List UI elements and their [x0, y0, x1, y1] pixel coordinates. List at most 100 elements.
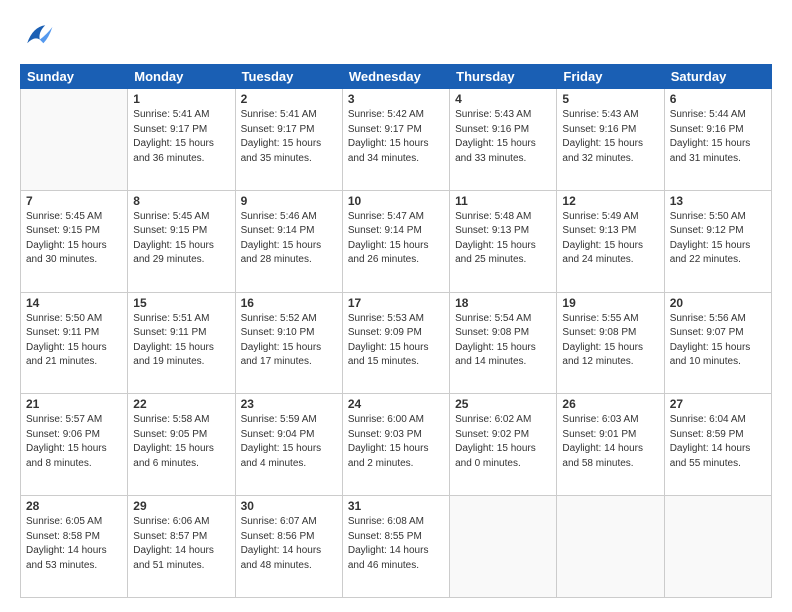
day-number: 1: [133, 92, 229, 106]
day-number: 30: [241, 499, 337, 513]
calendar-cell: 8 Sunrise: 5:45 AM Sunset: 9:15 PM Daylig…: [128, 190, 235, 292]
day-info: Sunrise: 6:02 AM Sunset: 9:02 PM Dayligh…: [455, 413, 551, 471]
calendar-header-row: SundayMondayTuesdayWednesdayThursdayFrid…: [21, 65, 772, 89]
day-info: Sunrise: 5:48 AM Sunset: 9:13 PM Dayligh…: [455, 210, 551, 268]
day-number: 29: [133, 499, 229, 513]
calendar-cell: 16 Sunrise: 5:52 AM Sunset: 9:10 PM Dayli…: [235, 292, 342, 394]
calendar-cell: 6 Sunrise: 5:44 AM Sunset: 9:16 PM Daylig…: [664, 89, 771, 191]
day-info: Sunrise: 6:05 AM Sunset: 8:58 PM Dayligh…: [26, 515, 122, 573]
day-number: 23: [241, 397, 337, 411]
calendar-week-row: 7 Sunrise: 5:45 AM Sunset: 9:15 PM Daylig…: [21, 190, 772, 292]
calendar-cell: [557, 496, 664, 598]
calendar-week-row: 21Sunrise: 5:57 AM Sunset: 9:06 PM Dayli…: [21, 394, 772, 496]
day-number: 16: [241, 296, 337, 310]
calendar-day-header: Tuesday: [235, 65, 342, 89]
day-number: 22: [133, 397, 229, 411]
day-number: 7: [26, 194, 122, 208]
day-number: 21: [26, 397, 122, 411]
day-info: Sunrise: 6:07 AM Sunset: 8:56 PM Dayligh…: [241, 515, 337, 573]
day-number: 26: [562, 397, 658, 411]
day-number: 9: [241, 194, 337, 208]
day-info: Sunrise: 6:03 AM Sunset: 9:01 PM Dayligh…: [562, 413, 658, 471]
calendar-cell: [21, 89, 128, 191]
day-info: Sunrise: 5:54 AM Sunset: 9:08 PM Dayligh…: [455, 312, 551, 370]
calendar-cell: 21Sunrise: 5:57 AM Sunset: 9:06 PM Dayli…: [21, 394, 128, 496]
calendar-day-header: Sunday: [21, 65, 128, 89]
calendar-cell: 7 Sunrise: 5:45 AM Sunset: 9:15 PM Daylig…: [21, 190, 128, 292]
day-number: 13: [670, 194, 766, 208]
calendar-cell: 24 Sunrise: 6:00 AM Sunset: 9:03 PM Dayli…: [342, 394, 449, 496]
day-info: Sunrise: 5:51 AM Sunset: 9:11 PM Dayligh…: [133, 312, 229, 370]
day-info: Sunrise: 6:06 AM Sunset: 8:57 PM Dayligh…: [133, 515, 229, 573]
calendar-week-row: 28 Sunrise: 6:05 AM Sunset: 8:58 PM Dayli…: [21, 496, 772, 598]
calendar-cell: 10 Sunrise: 5:47 AM Sunset: 9:14 PM Dayli…: [342, 190, 449, 292]
calendar-cell: 12 Sunrise: 5:49 AM Sunset: 9:13 PM Dayli…: [557, 190, 664, 292]
calendar-cell: 23 Sunrise: 5:59 AM Sunset: 9:04 PM Dayli…: [235, 394, 342, 496]
day-number: 20: [670, 296, 766, 310]
day-number: 24: [348, 397, 444, 411]
day-info: Sunrise: 5:53 AM Sunset: 9:09 PM Dayligh…: [348, 312, 444, 370]
day-info: Sunrise: 5:46 AM Sunset: 9:14 PM Dayligh…: [241, 210, 337, 268]
day-info: Sunrise: 5:45 AM Sunset: 9:15 PM Dayligh…: [26, 210, 122, 268]
calendar-cell: 18 Sunrise: 5:54 AM Sunset: 9:08 PM Dayli…: [450, 292, 557, 394]
calendar-cell: 1 Sunrise: 5:41 AM Sunset: 9:17 PM Daylig…: [128, 89, 235, 191]
day-number: 2: [241, 92, 337, 106]
calendar-cell: 31 Sunrise: 6:08 AM Sunset: 8:55 PM Dayli…: [342, 496, 449, 598]
day-info: Sunrise: 5:41 AM Sunset: 9:17 PM Dayligh…: [133, 108, 229, 166]
calendar-cell: 25 Sunrise: 6:02 AM Sunset: 9:02 PM Dayli…: [450, 394, 557, 496]
day-info: Sunrise: 5:50 AM Sunset: 9:12 PM Dayligh…: [670, 210, 766, 268]
day-number: 5: [562, 92, 658, 106]
calendar-cell: 30 Sunrise: 6:07 AM Sunset: 8:56 PM Dayli…: [235, 496, 342, 598]
calendar-cell: 27 Sunrise: 6:04 AM Sunset: 8:59 PM Dayli…: [664, 394, 771, 496]
day-number: 19: [562, 296, 658, 310]
day-number: 3: [348, 92, 444, 106]
day-number: 14: [26, 296, 122, 310]
day-number: 8: [133, 194, 229, 208]
day-number: 28: [26, 499, 122, 513]
calendar-cell: 22Sunrise: 5:58 AM Sunset: 9:05 PM Dayli…: [128, 394, 235, 496]
day-info: Sunrise: 5:55 AM Sunset: 9:08 PM Dayligh…: [562, 312, 658, 370]
day-info: Sunrise: 5:45 AM Sunset: 9:15 PM Dayligh…: [133, 210, 229, 268]
day-number: 17: [348, 296, 444, 310]
calendar-cell: 5 Sunrise: 5:43 AM Sunset: 9:16 PM Daylig…: [557, 89, 664, 191]
day-info: Sunrise: 6:04 AM Sunset: 8:59 PM Dayligh…: [670, 413, 766, 471]
logo: [20, 18, 58, 54]
calendar-cell: 20 Sunrise: 5:56 AM Sunset: 9:07 PM Dayli…: [664, 292, 771, 394]
page: SundayMondayTuesdayWednesdayThursdayFrid…: [0, 0, 792, 612]
day-number: 6: [670, 92, 766, 106]
day-info: Sunrise: 5:43 AM Sunset: 9:16 PM Dayligh…: [562, 108, 658, 166]
day-info: Sunrise: 5:44 AM Sunset: 9:16 PM Dayligh…: [670, 108, 766, 166]
day-number: 15: [133, 296, 229, 310]
day-info: Sunrise: 5:56 AM Sunset: 9:07 PM Dayligh…: [670, 312, 766, 370]
day-number: 18: [455, 296, 551, 310]
calendar-cell: 29 Sunrise: 6:06 AM Sunset: 8:57 PM Dayli…: [128, 496, 235, 598]
day-info: Sunrise: 5:49 AM Sunset: 9:13 PM Dayligh…: [562, 210, 658, 268]
day-info: Sunrise: 6:08 AM Sunset: 8:55 PM Dayligh…: [348, 515, 444, 573]
calendar-table: SundayMondayTuesdayWednesdayThursdayFrid…: [20, 64, 772, 598]
calendar-cell: 14Sunrise: 5:50 AM Sunset: 9:11 PM Dayli…: [21, 292, 128, 394]
calendar-day-header: Friday: [557, 65, 664, 89]
calendar-day-header: Saturday: [664, 65, 771, 89]
day-info: Sunrise: 5:47 AM Sunset: 9:14 PM Dayligh…: [348, 210, 444, 268]
calendar-week-row: 1 Sunrise: 5:41 AM Sunset: 9:17 PM Daylig…: [21, 89, 772, 191]
logo-icon: [20, 18, 56, 54]
day-number: 31: [348, 499, 444, 513]
calendar-cell: 15 Sunrise: 5:51 AM Sunset: 9:11 PM Dayli…: [128, 292, 235, 394]
day-number: 25: [455, 397, 551, 411]
calendar-cell: 13 Sunrise: 5:50 AM Sunset: 9:12 PM Dayli…: [664, 190, 771, 292]
day-info: Sunrise: 5:41 AM Sunset: 9:17 PM Dayligh…: [241, 108, 337, 166]
day-info: Sunrise: 5:52 AM Sunset: 9:10 PM Dayligh…: [241, 312, 337, 370]
calendar-day-header: Wednesday: [342, 65, 449, 89]
day-info: Sunrise: 6:00 AM Sunset: 9:03 PM Dayligh…: [348, 413, 444, 471]
calendar-cell: 28 Sunrise: 6:05 AM Sunset: 8:58 PM Dayli…: [21, 496, 128, 598]
day-number: 27: [670, 397, 766, 411]
day-info: Sunrise: 5:59 AM Sunset: 9:04 PM Dayligh…: [241, 413, 337, 471]
calendar-cell: [450, 496, 557, 598]
day-number: 12: [562, 194, 658, 208]
day-number: 10: [348, 194, 444, 208]
day-info: Sunrise: 5:42 AM Sunset: 9:17 PM Dayligh…: [348, 108, 444, 166]
calendar-cell: 17 Sunrise: 5:53 AM Sunset: 9:09 PM Dayli…: [342, 292, 449, 394]
calendar-cell: 3 Sunrise: 5:42 AM Sunset: 9:17 PM Daylig…: [342, 89, 449, 191]
calendar-day-header: Monday: [128, 65, 235, 89]
calendar-cell: 11Sunrise: 5:48 AM Sunset: 9:13 PM Dayli…: [450, 190, 557, 292]
